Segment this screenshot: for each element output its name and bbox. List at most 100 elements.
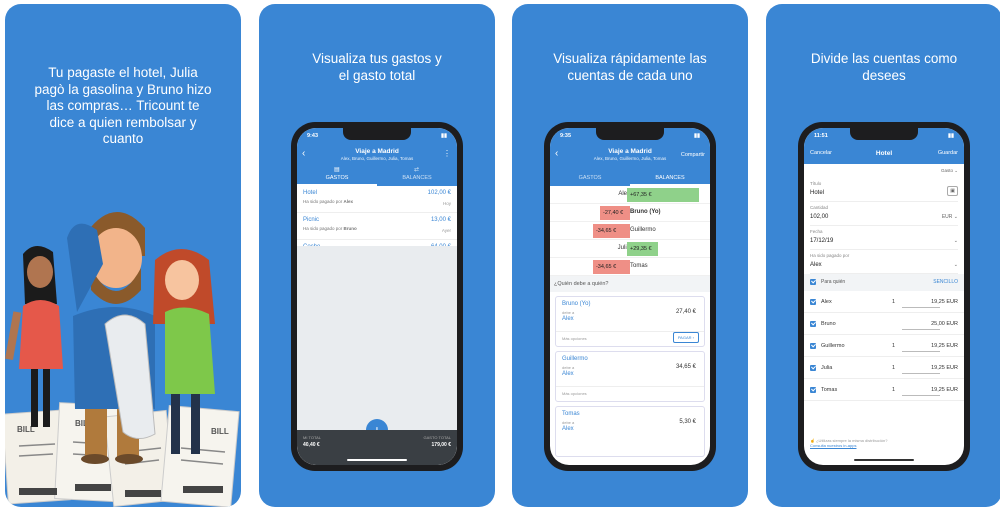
participant-name: Tomas (821, 387, 838, 393)
share-quantity[interactable]: 1 (892, 291, 895, 313)
amount-underline (902, 351, 940, 352)
list-icon: ▤ (334, 167, 340, 173)
debtor-name: Bruno (Yo) (562, 301, 591, 307)
share-quantity[interactable]: 1 (892, 335, 895, 357)
debt-card: Tomas debe a Alex 5,30 € (555, 406, 705, 457)
share-amount[interactable]: 19,25 EUR (931, 357, 958, 379)
panel-expenses: Visualiza tus gastos y el gasto total 9:… (259, 4, 495, 507)
participant-list: Alex 1 19,25 EUR Bruno 25,00 EUR Guillermo 1 19… (804, 291, 964, 401)
more-options-link[interactable]: Más opciones (562, 336, 587, 341)
share-amount[interactable]: 19,25 EUR (931, 335, 958, 357)
negative-balance-bar: -34,65 € (592, 260, 630, 274)
share-quantity[interactable]: 1 (892, 357, 895, 379)
currency-select[interactable]: EUR ⌄ (942, 214, 958, 220)
expenses-screen: 9:43 ▮▮ ‹ Viaje a Madrid Alex, Bruno, Gu… (297, 128, 457, 465)
checkbox-icon[interactable] (810, 298, 816, 305)
participant-row[interactable]: Bruno 25,00 EUR (804, 313, 964, 335)
participant-row[interactable]: Julia 1 19,25 EUR (804, 357, 964, 379)
balance-row: Alex +67,35 € (550, 186, 710, 204)
in-apps-link[interactable]: Consulta nuestros in-apps (810, 443, 856, 448)
cancel-button[interactable]: Cancelar (810, 150, 832, 156)
split-mode-button[interactable]: SENCILLO (933, 274, 958, 291)
participant-name: Guillermo (821, 343, 845, 349)
share-amount[interactable]: 25,00 EUR (931, 313, 958, 335)
field-value: 102,00 (810, 214, 829, 220)
negative-balance-bar: -34,65 € (592, 224, 630, 238)
pay-button[interactable]: PAGAR › (672, 332, 699, 343)
expense-paid-by: Ha sido pagado por Bruno (303, 226, 357, 231)
balance-list: Alex +67,35 € Bruno (Yo) -27,40 € Guillermo -… (550, 186, 710, 276)
expense-item[interactable]: Hotel 102,00 € Ha sido pagado por Alex H… (297, 186, 457, 213)
type-select[interactable]: Gasto ⌄ (810, 164, 958, 178)
balances-screen: 9:35 ▮▮ ‹ Viaje a Madrid Alex, Bruno, Gu… (550, 128, 710, 465)
amount-underline (902, 307, 940, 308)
panel-balances: Visualiza rápidamente las cuentas de cad… (512, 4, 748, 507)
field-label: Fecha (810, 229, 823, 234)
camera-icon[interactable]: ▣ (947, 186, 958, 196)
tab-expenses[interactable]: ▤ GASTOS (297, 167, 377, 186)
phone-notch (596, 128, 664, 140)
chevron-down-icon: ⌄ (953, 238, 958, 244)
tab-balances[interactable]: BALANCES (630, 175, 710, 186)
payer-field[interactable]: Ha sido pagado por Alex ⌄ (810, 250, 958, 274)
field-label: Título (810, 181, 822, 186)
field-label: Ha sido pagado por (810, 253, 850, 258)
divider (556, 386, 704, 387)
positive-balance-bar: +67,35 € (627, 188, 699, 202)
tab-balances[interactable]: ⇄ BALANCES (377, 167, 457, 186)
share-button[interactable]: Compartir (681, 152, 705, 158)
trip-participants: Alex, Bruno, Guillermo, Julia, Tomas (340, 156, 414, 161)
chevron-right-icon: › (692, 335, 694, 340)
chevron-down-icon: ⌄ (953, 214, 958, 220)
tab-expenses[interactable]: GASTOS (550, 175, 630, 186)
who-owes-header: ¿Quién debe a quién? (550, 276, 710, 292)
navbar: Cancelar Hotel Guardar (804, 144, 964, 164)
checkbox-all-icon[interactable] (810, 278, 816, 285)
checkbox-icon[interactable] (810, 364, 816, 371)
phone-notch (343, 128, 411, 140)
share-amount[interactable]: 19,25 EUR (931, 379, 958, 401)
balance-row: Guillermo -34,65 € (550, 222, 710, 240)
participant-row[interactable]: Alex 1 19,25 EUR (804, 291, 964, 313)
trip-title: Viaje a Madrid (355, 148, 399, 155)
expense-item[interactable]: Picnic 13,00 € Ha sido pagado por Bruno … (297, 213, 457, 240)
panel-caption: Tu pagaste el hotel, Julia pagò la gasol… (34, 65, 212, 146)
navbar: ‹ Viaje a Madrid Alex, Bruno, Guillermo,… (297, 144, 457, 168)
amount-field[interactable]: Cantidad 102,00 EUR ⌄ (810, 202, 958, 226)
more-options-link[interactable]: Más opciones (562, 391, 587, 396)
more-options-icon[interactable]: ⋮ (443, 150, 451, 158)
amount-underline (902, 373, 940, 374)
participant-row[interactable]: Guillermo 1 19,25 EUR (804, 335, 964, 357)
field-label: Cantidad (810, 205, 829, 210)
navbar: ‹ Viaje a Madrid Alex, Bruno, Guillermo,… (550, 144, 710, 168)
share-quantity[interactable]: 1 (892, 379, 895, 401)
balance-row: Julia +29,35 € (550, 240, 710, 258)
expense-paid-by: Ha sido pagado por Alex (303, 199, 354, 204)
checkbox-icon[interactable] (810, 342, 816, 349)
date-field[interactable]: Fecha 17/12/19 ⌄ (810, 226, 958, 250)
participant-name: Bruno (821, 321, 836, 327)
participant-name: Guillermo (630, 227, 656, 233)
panel-caption: Divide las cuentas como desees (810, 51, 958, 83)
tab-bar: GASTOS BALANCES (550, 168, 710, 186)
participant-name: Alex (821, 299, 832, 305)
debt-card: Bruno (Yo) debe a Alex 27,40 € Más opcio… (555, 296, 705, 347)
save-button[interactable]: Guardar (938, 150, 958, 156)
positive-balance-bar: +29,35 € (627, 242, 659, 256)
amount-underline (902, 395, 940, 396)
expense-amount: 13,00 € (430, 217, 451, 223)
panel-intro: Tu pagaste el hotel, Julia pagò la gasol… (5, 4, 241, 507)
phone-frame: 9:43 ▮▮ ‹ Viaje a Madrid Alex, Bruno, Gu… (291, 122, 463, 471)
app-store-screenshots: Tu pagaste el hotel, Julia pagò la gasol… (0, 0, 1000, 511)
checkbox-icon[interactable] (810, 320, 816, 327)
creditor-name: Alex (562, 371, 574, 377)
expense-title: Picnic (303, 217, 320, 223)
title-field[interactable]: Título Hotel ▣ (810, 178, 958, 202)
share-amount[interactable]: 19,25 EUR (931, 291, 958, 313)
totals-bar: MI TOTAL 40,40 € GASTO TOTAL 179,00 € (297, 430, 457, 465)
balance-row: Bruno (Yo) -27,40 € (550, 204, 710, 222)
expense-date: Ayer (441, 228, 451, 233)
participant-row[interactable]: Tomas 1 19,25 EUR (804, 379, 964, 401)
chevron-down-icon: ⌄ (954, 168, 958, 173)
checkbox-icon[interactable] (810, 386, 816, 393)
